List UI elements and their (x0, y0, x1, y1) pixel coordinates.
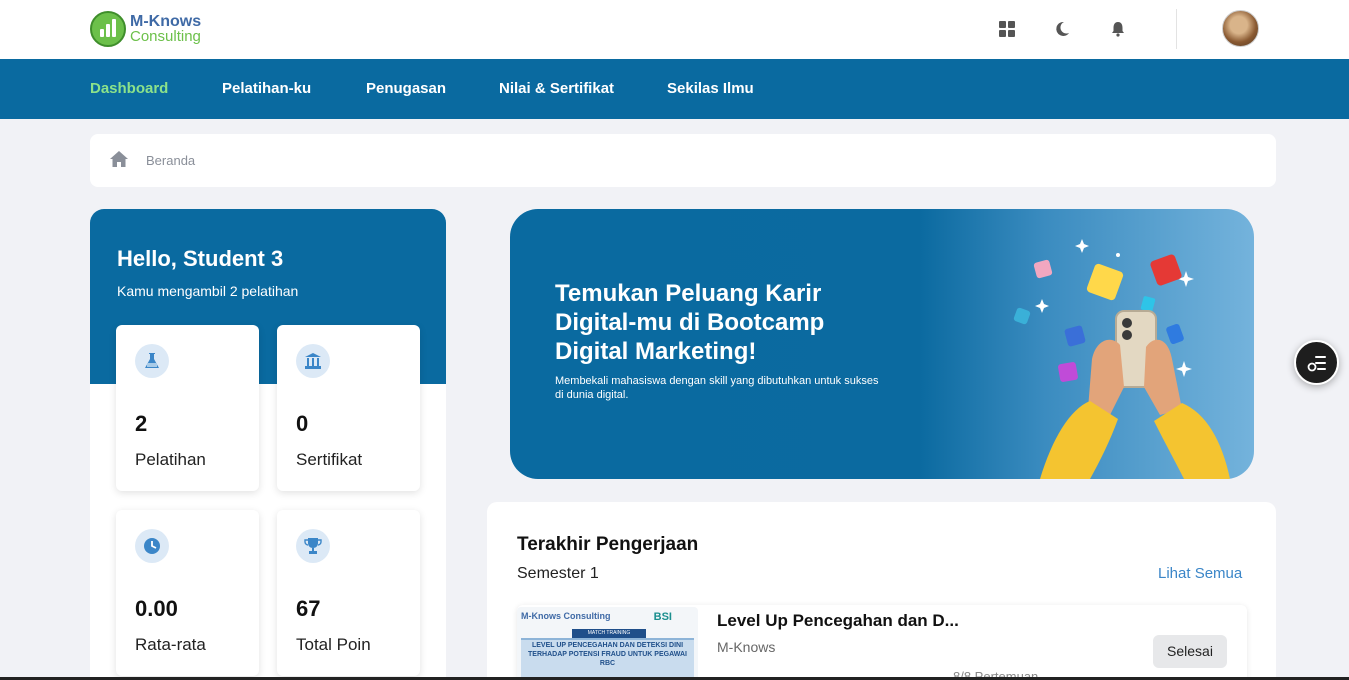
top-bar: M-Knows Consulting (0, 0, 1349, 59)
greeting-title: Hello, Student 3 (117, 246, 284, 271)
greeting-subtitle: Kamu mengambil 2 pelatihan (117, 283, 299, 299)
stat-label: Total Poin (296, 635, 371, 654)
thumb-logo: M-Knows Consulting (521, 611, 611, 621)
header-divider (1176, 9, 1177, 49)
floating-menu-button[interactable] (1294, 340, 1339, 385)
stat-value: 67 (296, 596, 321, 621)
stat-card-pelatihan[interactable]: 2 Pelatihan (116, 325, 259, 491)
nav-item-penugasan[interactable]: Penugasan (366, 80, 446, 97)
stat-label: Sertifikat (296, 450, 363, 469)
stat-value: 0.00 (135, 596, 178, 621)
flask-icon (135, 344, 169, 378)
nav-item-pelatihan-ku[interactable]: Pelatihan-ku (222, 80, 311, 97)
brand-name-line2: Consulting (130, 28, 201, 45)
home-icon[interactable] (109, 150, 129, 168)
course-organizer: M-Knows (717, 639, 776, 655)
semester-label: Semester 1 (517, 565, 599, 582)
nav-item-dashboard[interactable]: Dashboard (90, 80, 168, 97)
thumb-title: LEVEL UP PENCEGAHAN DAN DETEKSI DINI TER… (528, 642, 687, 667)
stat-card-rata-rata[interactable]: 0.00 Rata-rata (116, 510, 259, 676)
bell-icon[interactable] (1109, 20, 1127, 38)
trophy-icon (296, 529, 330, 563)
logo-mark-icon (90, 11, 126, 47)
breadcrumb: Beranda (90, 134, 1276, 187)
moon-icon[interactable] (1053, 20, 1071, 38)
thumb-tag: MATCH TRAINING (572, 629, 646, 638)
user-avatar[interactable] (1222, 10, 1259, 47)
course-thumbnail[interactable]: M-Knows Consulting BSI MATCH TRAINING LE… (517, 607, 698, 680)
thumb-partner-logo: BSI (653, 611, 672, 623)
institution-icon (296, 344, 330, 378)
phone-illustration (1013, 239, 1230, 479)
brand-name: M-Knows Consulting (130, 13, 202, 45)
breadcrumb-item-beranda[interactable]: Beranda (146, 153, 195, 168)
banner-title: Temukan Peluang Karir Digital-mu di Boot… (555, 280, 825, 365)
see-all-link[interactable]: Lihat Semua (1158, 565, 1242, 582)
stat-card-sertifikat[interactable]: 0 Sertifikat (277, 325, 420, 491)
clock-icon (135, 529, 169, 563)
stat-value: 0 (296, 411, 309, 436)
stat-card-total-poin[interactable]: 67 Total Poin (277, 510, 420, 676)
course-status-button[interactable]: Selesai (1153, 635, 1227, 668)
main-nav: Dashboard Pelatihan-ku Penugasan Nilai &… (0, 59, 1349, 119)
stat-value: 2 (135, 411, 148, 436)
banner-subtitle: Membekali mahasiswa dengan skill yang di… (555, 375, 879, 401)
task-list-icon (1307, 355, 1326, 371)
recent-activity-title: Terakhir Pengerjaan (517, 534, 699, 555)
stat-label: Pelatihan (135, 450, 206, 469)
promo-banner[interactable]: Temukan Peluang Karir Digital-mu di Boot… (510, 209, 1254, 479)
nav-item-sekilas-ilmu[interactable]: Sekilas Ilmu (667, 80, 754, 97)
stat-label: Rata-rata (135, 635, 206, 654)
nav-item-nilai-sertifikat[interactable]: Nilai & Sertifikat (499, 80, 614, 97)
grid-icon[interactable] (998, 20, 1016, 38)
brand-logo[interactable]: M-Knows Consulting (90, 11, 201, 47)
course-title[interactable]: Level Up Pencegahan dan D... (717, 611, 959, 631)
brand-name-line1: M-Knows (130, 13, 202, 30)
